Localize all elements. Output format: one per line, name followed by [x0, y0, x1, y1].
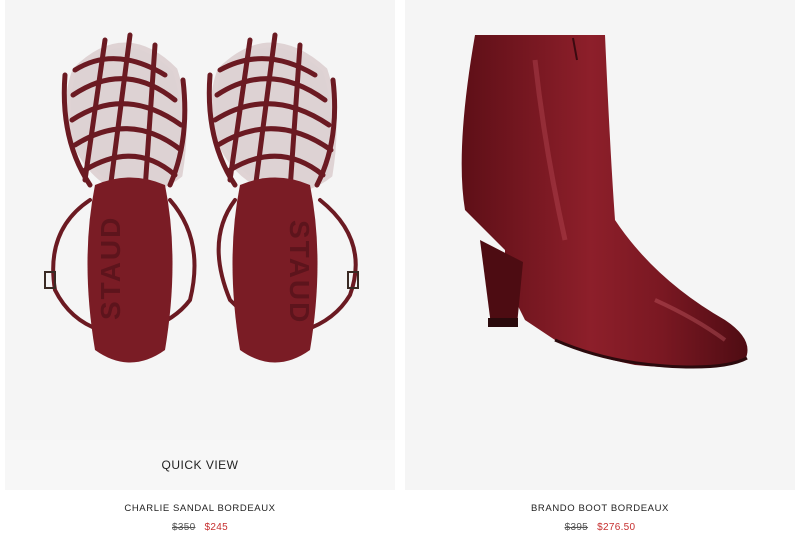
product-prices: $350 $245 [5, 522, 395, 533]
product-prices: $395 $276.50 [405, 522, 795, 533]
product-info: CHARLIE SANDAL BORDEAUX $350 $245 [5, 503, 395, 533]
boot-illustration [461, 35, 748, 369]
product-name[interactable]: BRANDO BOOT BORDEAUX [405, 503, 795, 514]
product-image-charlie-sandal[interactable]: STAUD STAUD [5, 0, 395, 440]
original-price: $395 [564, 522, 589, 533]
sole-brand-left: STAUD [95, 216, 126, 320]
product-card-charlie-sandal[interactable]: STAUD STAUD QUICK VIEW CHARLIE SANDAL BO… [5, 0, 395, 533]
product-name[interactable]: CHARLIE SANDAL BORDEAUX [5, 503, 395, 514]
sandals-illustration: STAUD STAUD [44, 32, 359, 363]
sale-price: $276.50 [597, 522, 636, 533]
product-card-brando-boot[interactable]: BRANDO BOOT BORDEAUX $395 $276.50 [405, 0, 795, 533]
sole-brand-right: STAUD [284, 220, 315, 324]
quick-view-button[interactable]: QUICK VIEW [5, 440, 395, 490]
sale-price: $245 [204, 522, 228, 533]
product-info: BRANDO BOOT BORDEAUX $395 $276.50 [405, 503, 795, 533]
product-image-brando-boot[interactable] [405, 0, 795, 490]
original-price: $350 [172, 522, 196, 533]
